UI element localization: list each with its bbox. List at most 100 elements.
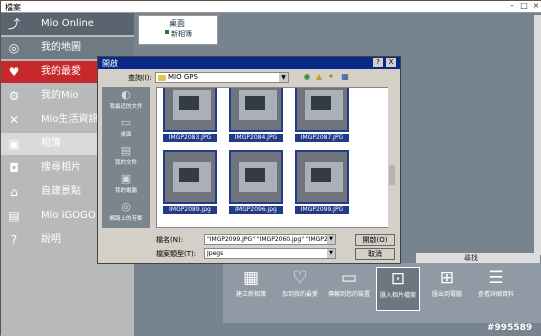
details-icon: ☰ xyxy=(488,268,504,288)
place-label: 我最近的文件 xyxy=(109,104,143,110)
import-icon: ⊡ xyxy=(390,269,406,289)
sidebar-item-label: 我的Mio xyxy=(41,90,79,101)
place-item-0[interactable]: ◐ 我最近的文件 xyxy=(102,87,150,115)
bookmark-icon: ✕ xyxy=(8,113,20,127)
file-thumbnail[interactable] xyxy=(295,88,349,132)
up-folder-icon[interactable]: ▲ xyxy=(314,72,324,82)
main-scrollbar[interactable] xyxy=(534,15,541,255)
export-icon: ⊞ xyxy=(439,268,455,288)
desktop-icon: ▭ xyxy=(120,116,132,129)
gear-icon: ⚙ xyxy=(8,89,20,103)
toolbar-button-label: 建立新相簿 xyxy=(235,291,266,298)
sidebar-item-label: 我的最愛 xyxy=(41,66,81,77)
toolbar-button-label: 匯出到電腦 xyxy=(431,291,462,298)
toolbar-button-5[interactable]: ☰ 查看詳細資料 xyxy=(474,267,518,311)
chevron-down-icon[interactable]: ▼ xyxy=(327,249,335,258)
back-icon[interactable]: ◉ xyxy=(302,72,312,82)
chevron-down-icon[interactable]: ▼ xyxy=(279,73,288,82)
open-file-dialog: 開啟 ? X 查詢(I): MIO GPS ▼ ◉ ▲ ✦ ▦ ◐ 我最近的文件 ▭… xyxy=(97,56,401,264)
place-item-1[interactable]: ▭ 桌面 xyxy=(102,115,150,143)
maximize-icon[interactable]: □ xyxy=(518,1,530,12)
my-computer-icon: ▣ xyxy=(120,172,132,185)
search-label: 尋找 xyxy=(464,254,478,262)
desktop-panel: 桌面 新相簿 xyxy=(138,15,218,45)
file-name[interactable]: IMGP2096.jpg xyxy=(229,206,283,214)
toolbar-button-1[interactable]: ♡ 加到我的最愛 xyxy=(278,267,322,311)
folder-icon xyxy=(165,30,169,34)
chevron-down-icon[interactable]: ▼ xyxy=(327,235,335,244)
cancel-button[interactable]: 取消 xyxy=(355,248,395,260)
toolbar-button-label: 傳輸到您的裝置 xyxy=(327,291,370,298)
file-name[interactable]: IMGP2084.JPG xyxy=(229,134,283,142)
new-album-folder[interactable]: 新相簿 xyxy=(171,29,192,39)
dialog-title: 開啟 xyxy=(102,59,118,68)
sidebar-item-label: Mio iGOGO xyxy=(41,210,96,221)
dialog-help-button[interactable]: ? xyxy=(373,58,383,67)
lookin-select[interactable]: MIO GPS ▼ xyxy=(155,72,289,83)
toolbar-button-2[interactable]: ▭ 傳輸到您的裝置 xyxy=(327,267,371,311)
my-documents-icon: ▤ xyxy=(120,144,132,157)
file-thumbnail[interactable] xyxy=(229,150,283,204)
file-name[interactable]: IMGP2089.jpg xyxy=(163,206,217,214)
sidebar-item-label: 我的地圖 xyxy=(41,42,81,53)
network-icon: ◎ xyxy=(121,200,131,213)
lookin-value: MIO GPS xyxy=(168,73,198,81)
file-thumbnail[interactable] xyxy=(163,150,217,204)
place-item-2[interactable]: ▤ 我的文件 xyxy=(102,143,150,171)
file-thumbnail[interactable] xyxy=(163,88,217,132)
add-favorite-icon: ♡ xyxy=(292,268,308,288)
place-label: 網路上的芳鄰 xyxy=(109,216,143,222)
sidebar-item-label: 搜尋相片 xyxy=(41,162,81,173)
new-folder-icon[interactable]: ✦ xyxy=(326,72,336,82)
sidebar-item-label: 說明 xyxy=(41,234,61,245)
scroll-thumb[interactable] xyxy=(389,165,395,185)
place-item-3[interactable]: ▣ 我的電腦 xyxy=(102,171,150,199)
sidebar-item-label: Mio Online xyxy=(41,18,94,29)
dialog-title-bar: 開啟 ? X xyxy=(98,57,400,69)
file-list-scrollbar[interactable] xyxy=(388,87,396,228)
file-name[interactable]: IMGP2099.JPG xyxy=(295,206,349,214)
sidebar-item-label: 自建景點 xyxy=(41,186,81,197)
place-label: 我的電腦 xyxy=(114,188,137,194)
app-window: 檔案 – □ × ⤴ Mio Online ◎ 我的地圖 ♥ 我的最愛 ⚙ 我的Mio ✕ Mio… xyxy=(0,0,541,336)
filename-input[interactable]: "IMGP2099.JPG" "IMGP2060.jpg" "IMGP2062 xyxy=(204,234,336,245)
toolbar-button-0[interactable]: ▦ 建立新相簿 xyxy=(229,267,273,311)
globe-icon: ◎ xyxy=(8,41,20,55)
transfer-icon: ▭ xyxy=(340,268,358,288)
sidebar-item-0[interactable]: ⤴ Mio Online xyxy=(1,13,134,35)
toolbar-button-4[interactable]: ⊞ 匯出到電腦 xyxy=(425,267,469,311)
route-icon: ⤴ xyxy=(7,17,20,31)
file-list: IMGP2083.JPG IMGP2084.JPG IMGP2087.JPG IMGP… xyxy=(156,87,396,228)
place-item-4[interactable]: ◎ 網路上的芳鄰 xyxy=(102,199,150,227)
dialog-close-button[interactable]: X xyxy=(386,58,396,67)
open-button[interactable]: 開啟(O) xyxy=(355,234,395,246)
camera-icon: ◘ xyxy=(9,161,19,175)
photo-detail xyxy=(245,96,265,110)
file-name[interactable]: IMGP2087.JPG xyxy=(295,134,349,142)
minimize-icon[interactable]: – xyxy=(506,1,518,12)
view-menu-icon[interactable]: ▦ xyxy=(340,72,350,82)
photo-detail xyxy=(311,168,331,182)
sidebar-item-label: 相簿 xyxy=(41,138,61,149)
file-thumbnail[interactable] xyxy=(229,88,283,132)
toolbar-button-label: 匯入相片檔案 xyxy=(379,292,416,299)
place-label: 我的文件 xyxy=(114,160,137,166)
sidebar-item-label: Mio生活資訊 xyxy=(41,114,99,125)
file-name[interactable]: IMGP2083.JPG xyxy=(163,134,217,142)
folder-icon xyxy=(158,75,166,81)
photo-detail xyxy=(179,168,199,182)
photo-detail xyxy=(311,96,331,110)
heart-icon: ♥ xyxy=(8,65,20,79)
desktop-title: 桌面 xyxy=(169,19,185,28)
close-icon[interactable]: × xyxy=(530,1,541,12)
file-thumbnail[interactable] xyxy=(295,150,349,204)
search-bar[interactable]: 尋找 xyxy=(416,253,540,263)
poi-icon: ⌂ xyxy=(10,185,18,199)
book-icon: ▤ xyxy=(8,209,20,223)
toolbar-button-3[interactable]: ⊡ 匯入相片檔案 xyxy=(376,267,420,311)
filetype-select[interactable]: Jpegs xyxy=(204,248,336,259)
photo-icon: ▣ xyxy=(8,137,20,151)
filename-label: 檔名(N): xyxy=(156,236,184,244)
help-icon: ? xyxy=(10,233,18,247)
recent-docs-icon: ◐ xyxy=(121,88,131,101)
